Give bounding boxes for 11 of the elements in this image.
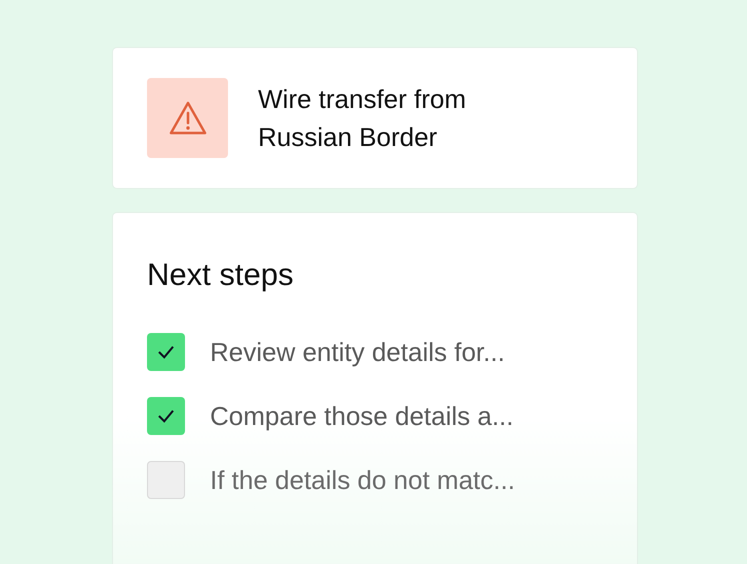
step-label: Compare those details a...: [210, 400, 514, 432]
checkmark-icon: [157, 409, 175, 423]
step-label: If the details do not matc...: [210, 464, 515, 496]
section-title: Next steps: [147, 256, 294, 294]
alert-title: Wire transfer from Russian Border: [258, 83, 466, 154]
step-label: Review entity details for...: [210, 336, 505, 368]
checkbox[interactable]: [147, 397, 185, 435]
checkbox[interactable]: [147, 461, 185, 499]
checkbox[interactable]: [147, 333, 185, 371]
checkmark-icon: [157, 345, 175, 359]
warning-icon: [147, 78, 228, 158]
